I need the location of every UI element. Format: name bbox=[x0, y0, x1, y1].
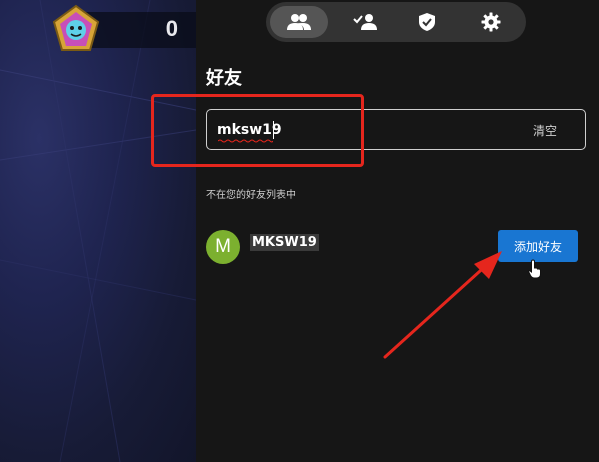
tab-friends[interactable] bbox=[270, 6, 328, 38]
score-value: 0 bbox=[165, 16, 178, 41]
tab-shield[interactable] bbox=[398, 6, 456, 38]
shield-check-icon bbox=[419, 13, 435, 31]
hand-cursor-icon bbox=[528, 259, 541, 279]
tab-settings[interactable] bbox=[462, 6, 520, 38]
avatar-letter: M bbox=[215, 236, 231, 257]
friends-icon bbox=[287, 14, 311, 30]
game-background: 0 bbox=[0, 0, 196, 462]
avatar: M bbox=[206, 230, 240, 264]
clear-button[interactable]: 清空 bbox=[533, 122, 557, 139]
not-in-friends-label: 不在您的好友列表中 bbox=[206, 190, 296, 201]
background-lines bbox=[0, 0, 196, 462]
gear-icon bbox=[481, 12, 501, 32]
add-friend-label: 添加好友 bbox=[513, 239, 562, 254]
friend-requests-icon bbox=[353, 14, 377, 30]
page-title: 好友 bbox=[206, 68, 242, 89]
result-username: MKSW19 bbox=[250, 234, 319, 251]
highlight-box bbox=[151, 94, 364, 167]
add-friend-button[interactable]: 添加好友 bbox=[498, 230, 578, 262]
score-bar: 0 bbox=[84, 12, 196, 48]
tab-friend-requests[interactable] bbox=[336, 6, 394, 38]
nav-tab-bar bbox=[266, 2, 526, 42]
friends-panel: 好友 清空 不在您的好友列表中 M MKSW19 添加好友 bbox=[196, 0, 599, 462]
rank-badge-icon bbox=[52, 4, 100, 51]
